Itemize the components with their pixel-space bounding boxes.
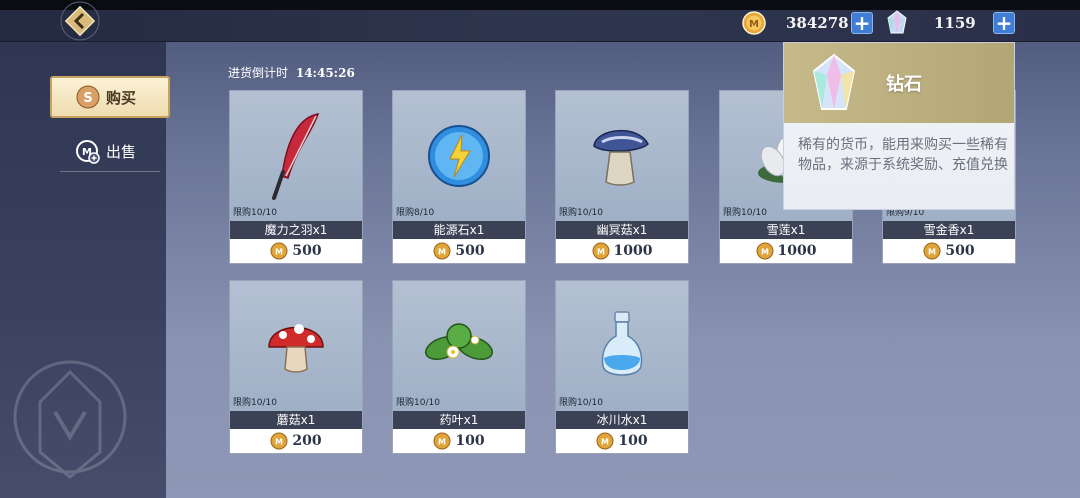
add-diamond-button[interactable]: +: [993, 12, 1015, 34]
gold-value: 384278: [786, 14, 849, 32]
shop-item-card[interactable]: 限购10/10 药叶x1 M 100: [392, 280, 526, 454]
nether-mushroom-icon: [593, 130, 649, 186]
gold-coin-icon: M: [592, 242, 610, 260]
tab-sell-label: 出售: [106, 143, 137, 161]
tab-buy[interactable]: S 购买: [50, 76, 170, 118]
plus-icon: +: [853, 11, 871, 35]
feather-icon: [272, 113, 320, 200]
gold-coin-icon: M: [742, 11, 766, 35]
svg-text:M: M: [749, 19, 759, 30]
diamond-value: 1159: [934, 14, 976, 32]
shop-item-card[interactable]: 限购10/10 魔力之羽x1 M 500: [229, 90, 363, 264]
item-price-row: M 500: [230, 239, 362, 263]
tab-buy-label: 购买: [106, 88, 137, 107]
item-price: 100: [455, 433, 485, 449]
sell-coin-icon: M: [76, 139, 100, 164]
tooltip-description: 稀有的货币，能用来购买一些稀有物品，来源于系统奖励、充值兑换: [798, 137, 1008, 173]
svg-text:M: M: [438, 438, 446, 447]
item-name: 雪金香x1: [883, 221, 1015, 239]
item-name: 能源石x1: [393, 221, 525, 239]
buy-coin-icon: S: [76, 85, 100, 109]
gold-coin-icon: M: [433, 242, 451, 260]
purchase-limit: 限购10/10: [233, 398, 277, 408]
item-name: 冰川水x1: [556, 411, 688, 429]
item-price: 1000: [777, 243, 817, 259]
item-price: 1000: [613, 243, 653, 259]
gold-currency: M 384278: [742, 10, 849, 36]
svg-text:M: M: [438, 248, 446, 257]
item-art: [230, 91, 362, 221]
item-art: [556, 91, 688, 221]
back-button[interactable]: [40, 0, 120, 42]
svg-text:S: S: [83, 91, 92, 106]
item-price: 500: [292, 243, 322, 259]
guild-emblem-icon: [13, 360, 127, 479]
diamond-tooltip: 钻石 稀有的货币，能用来购买一些稀有物品，来源于系统奖励、充值兑换: [783, 42, 1015, 210]
gold-coin-icon: M: [433, 432, 451, 450]
tab-sell[interactable]: M 出售: [60, 132, 160, 172]
item-price-row: M 500: [393, 239, 525, 263]
gold-coin-icon: M: [923, 242, 941, 260]
svg-text:M: M: [275, 438, 283, 447]
item-art: [230, 281, 362, 411]
item-art: [393, 281, 525, 411]
item-price-row: M 500: [883, 239, 1015, 263]
shop-item-card[interactable]: 限购10/10 冰川水x1 M 100: [555, 280, 689, 454]
status-strip: [0, 0, 1080, 10]
countdown-label: 进货倒计时: [228, 66, 289, 80]
tooltip-header: 钻石: [784, 43, 1014, 123]
svg-text:M: M: [275, 248, 283, 257]
item-name: 药叶x1: [393, 411, 525, 429]
item-art: [556, 281, 688, 411]
purchase-limit: 限购10/10: [233, 208, 277, 218]
diamond-icon: [812, 53, 856, 110]
countdown-time: 14:45:26: [295, 66, 355, 80]
item-art: [393, 91, 525, 221]
item-name: 幽冥菇x1: [556, 221, 688, 239]
add-gold-button[interactable]: +: [851, 12, 873, 34]
shop-item-card[interactable]: 限购10/10 幽冥菇x1 M 1000: [555, 90, 689, 264]
item-price: 500: [455, 243, 485, 259]
item-name: 蘑菇x1: [230, 411, 362, 429]
item-name: 魔力之羽x1: [230, 221, 362, 239]
purchase-limit: 限购8/10: [396, 208, 435, 218]
item-price-row: M 1000: [556, 239, 688, 263]
shop-item-card[interactable]: 限购8/10 能源石x1 M 500: [392, 90, 526, 264]
gold-coin-icon: M: [596, 432, 614, 450]
svg-text:M: M: [601, 438, 609, 447]
purchase-limit: 限购10/10: [559, 398, 603, 408]
plus-icon: +: [995, 11, 1013, 35]
svg-text:M: M: [761, 248, 769, 257]
purchase-limit: 限购10/10: [559, 208, 603, 218]
item-price: 200: [292, 433, 322, 449]
item-price: 100: [618, 433, 648, 449]
glacier-water-icon: [601, 311, 643, 376]
item-price-row: M 200: [230, 429, 362, 453]
item-price-row: M 100: [393, 429, 525, 453]
item-name: 雪莲x1: [720, 221, 852, 239]
item-price-row: M 1000: [720, 239, 852, 263]
gold-coin-icon: M: [756, 242, 774, 260]
mushroom-icon: [268, 324, 324, 373]
herb-leaf-icon: [424, 323, 494, 360]
item-price-row: M 100: [556, 429, 688, 453]
diamond-icon: [887, 10, 907, 34]
restock-countdown: 进货倒计时 14:45:26: [228, 64, 355, 81]
gold-coin-icon: M: [270, 242, 288, 260]
shop-item-card[interactable]: 限购10/10 蘑菇x1 M 200: [229, 280, 363, 454]
purchase-limit: 限购10/10: [723, 208, 767, 218]
item-price: 500: [945, 243, 975, 259]
gold-coin-icon: M: [270, 432, 288, 450]
diamond-currency: 1159: [886, 10, 976, 36]
back-arrow-icon: [60, 1, 100, 41]
tooltip-title: 钻石: [886, 74, 922, 95]
svg-text:M: M: [597, 248, 605, 257]
energy-stone-icon: [428, 125, 490, 187]
svg-text:M: M: [928, 248, 936, 257]
purchase-limit: 限购10/10: [396, 398, 440, 408]
